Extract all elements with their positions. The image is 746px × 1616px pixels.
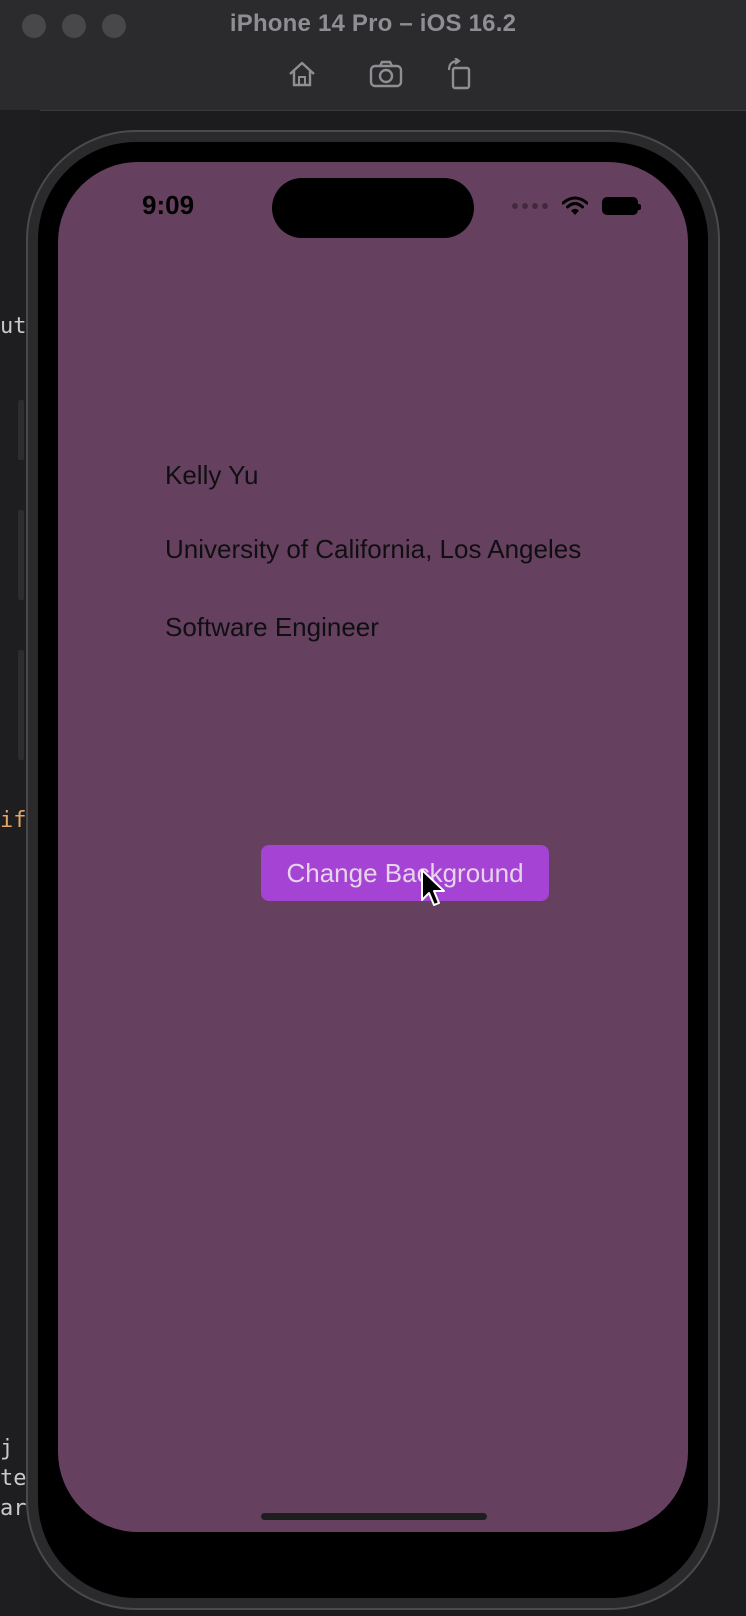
dynamic-island (272, 178, 474, 238)
editor-gutter-marker (18, 510, 24, 600)
simulator-titlebar: iPhone 14 Pro – iOS 16.2 (0, 0, 746, 111)
editor-gutter-marker (18, 650, 24, 760)
rotate-button[interactable] (440, 56, 480, 92)
signal-dots-icon (512, 203, 548, 209)
window-title: iPhone 14 Pro – iOS 16.2 (229, 10, 517, 37)
home-button[interactable] (282, 56, 322, 92)
home-indicator[interactable] (261, 1513, 487, 1520)
status-time: 9:09 (142, 190, 195, 220)
home-icon (289, 61, 315, 87)
status-icons (512, 196, 641, 216)
screenshot-icon (369, 60, 403, 88)
profile-school: University of California, Los Angeles (165, 534, 582, 564)
editor-fragment: te (0, 1466, 27, 1491)
editor-fragment: j (0, 1436, 14, 1461)
wifi-icon (562, 196, 588, 215)
phone-screen: 9:09 Kelly Yu University of California, … (58, 162, 688, 1532)
profile-name: Kelly Yu (165, 460, 259, 490)
change-background-button[interactable]: Change Background (261, 845, 549, 901)
editor-fragment: ut (0, 314, 27, 339)
profile-role: Software Engineer (165, 612, 379, 642)
editor-fragment: if (0, 808, 27, 833)
screenshot-button[interactable] (366, 56, 406, 92)
rotate-icon (447, 58, 471, 90)
simulator-canvas: iPhone 14 Pro – iOS 16.2 ut if j te 9:09… (0, 0, 746, 1616)
editor-gutter-marker (18, 400, 24, 460)
battery-icon (602, 197, 641, 215)
